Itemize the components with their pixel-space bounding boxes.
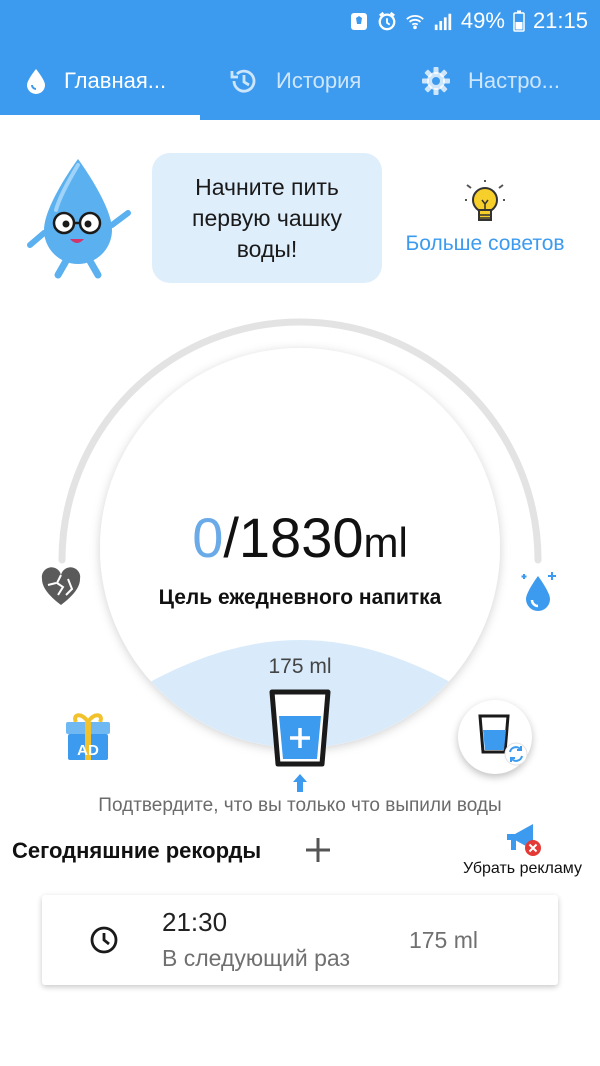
add-record-button[interactable] bbox=[302, 834, 334, 866]
clock-icon bbox=[90, 926, 118, 954]
current-intake: 0 bbox=[192, 506, 224, 569]
more-tips-button[interactable]: Больше советов bbox=[395, 180, 575, 256]
intake-progress: 0/1830ml bbox=[0, 505, 600, 570]
record-item[interactable]: 21:30 В следующий раз 175 ml bbox=[42, 895, 558, 985]
ad-gift-icon[interactable]: AD bbox=[62, 708, 114, 764]
water-drop-icon bbox=[27, 69, 45, 94]
record-amount: 175 ml bbox=[408, 927, 478, 953]
daily-goal-label: Цель ежедневного напитка bbox=[158, 586, 442, 609]
tab-history-label: История bbox=[276, 68, 362, 93]
tab-home-label: Главная... bbox=[64, 68, 167, 93]
more-tips-label: Больше советов bbox=[405, 232, 565, 255]
history-icon bbox=[230, 69, 256, 93]
active-tab-indicator bbox=[0, 115, 200, 120]
remove-ads-button[interactable]: Убрать рекламу bbox=[455, 820, 590, 878]
svg-text:AD: AD bbox=[77, 742, 99, 759]
tip-bubble-text: Начните пить первую чашку воды! bbox=[192, 173, 342, 262]
tab-bar: Главная... История Настро... bbox=[0, 42, 600, 120]
drink-cup-button[interactable] bbox=[262, 686, 338, 770]
battery-percent: 49% bbox=[460, 8, 505, 33]
tab-settings[interactable]: Настро... bbox=[420, 42, 560, 120]
clock-time: 21:15 bbox=[532, 8, 588, 33]
alarm-icon bbox=[378, 11, 396, 31]
progress-separator: / bbox=[223, 506, 239, 569]
notification-icon bbox=[350, 13, 367, 30]
tab-settings-label: Настро... bbox=[468, 68, 561, 93]
tab-home[interactable]: Главная... bbox=[24, 42, 166, 120]
cup-size-label: 175 ml bbox=[268, 655, 332, 678]
goal-unit: ml bbox=[363, 519, 408, 566]
daily-goal: 1830 bbox=[238, 506, 364, 569]
todays-records-title: Сегодняшние рекорды bbox=[12, 838, 262, 863]
confirm-drink-hint: Подтвердите, что вы только что выпили во… bbox=[98, 795, 502, 816]
gear-icon bbox=[422, 67, 450, 95]
lightbulb-icon bbox=[465, 180, 505, 221]
status-bar: 49% 21:15 bbox=[0, 0, 600, 42]
arrow-up-icon bbox=[293, 774, 307, 792]
remove-ads-label: Убрать рекламу bbox=[463, 860, 582, 877]
battery-icon bbox=[513, 10, 525, 32]
wifi-icon bbox=[406, 15, 424, 30]
signal-icon bbox=[434, 13, 452, 31]
megaphone-icon bbox=[507, 824, 541, 856]
switch-cup-button[interactable] bbox=[458, 700, 532, 774]
record-time: 21:30 bbox=[162, 907, 228, 937]
tip-bubble: Начните пить первую чашку воды! bbox=[152, 153, 382, 283]
cup-switch-icon bbox=[478, 714, 528, 766]
water-drop-mascot bbox=[27, 159, 131, 279]
tab-history[interactable]: История bbox=[228, 42, 361, 120]
record-note: В следующий раз bbox=[162, 945, 350, 971]
